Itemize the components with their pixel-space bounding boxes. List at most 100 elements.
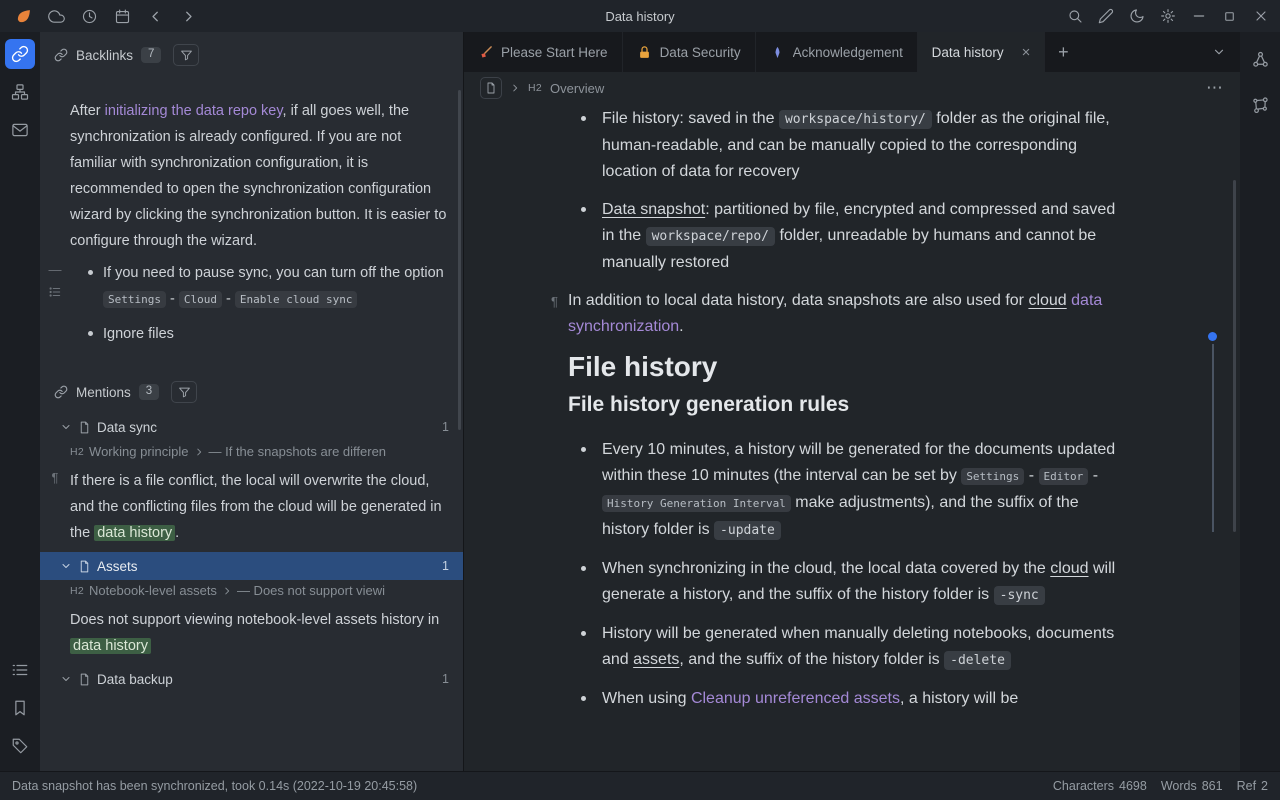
group-count: 1 xyxy=(442,672,449,686)
heading-1[interactable]: File history xyxy=(568,354,1130,380)
chevron-right-icon xyxy=(194,447,204,457)
block-gutter: ¶ xyxy=(40,468,70,546)
heading-2[interactable]: File history generation rules xyxy=(568,392,1130,418)
chevron-down-icon[interactable] xyxy=(60,421,72,433)
new-tab-button[interactable]: + xyxy=(1045,32,1081,72)
crumb-segment: — If the snapshots are differen xyxy=(209,444,387,459)
kbd-enable-cloud-sync: Enable cloud sync xyxy=(235,291,358,308)
list-item[interactable]: When using Cleanup unreferenced assets, … xyxy=(568,686,1130,712)
backlinks-dock-icon[interactable] xyxy=(5,39,35,69)
document-icon xyxy=(78,673,91,686)
lock-emoji-icon xyxy=(637,45,652,60)
list-item[interactable]: Every 10 minutes, a history will be gene… xyxy=(568,437,1130,544)
chevron-down-icon[interactable] xyxy=(60,673,72,685)
tab-data-history[interactable]: Data history × xyxy=(918,32,1046,72)
list-item[interactable]: History will be generated when manually … xyxy=(568,621,1130,674)
inline-code: -sync xyxy=(994,586,1045,605)
kbd-cloud: Cloud xyxy=(179,291,222,308)
breadcrumb-heading[interactable]: Overview xyxy=(550,81,604,96)
tab-acknowledgements[interactable]: Acknowledgements xyxy=(756,32,918,72)
tab-label: Acknowledgements xyxy=(793,45,903,60)
backlink-result-list[interactable]: — If you need to pause sync, you can tur… xyxy=(40,260,463,355)
block-gutter: — xyxy=(40,260,70,355)
mention-paragraph-text: Does not support viewing notebook-level … xyxy=(70,607,463,659)
document-icon xyxy=(78,560,91,573)
mention-result-paragraph[interactable]: ¶ If there is a file conflict, the local… xyxy=(40,468,463,546)
graph-view-dock-icon[interactable] xyxy=(1245,44,1275,74)
kbd-editor: Editor xyxy=(1039,468,1089,485)
list-item[interactable]: When synchronizing in the cloud, the loc… xyxy=(568,556,1130,609)
more-menu-icon[interactable]: ⋯ xyxy=(1206,78,1224,98)
tab-data-security[interactable]: Data Security xyxy=(623,32,756,72)
mentions-filter-button[interactable] xyxy=(171,381,197,403)
inbox-mail-dock-icon[interactable] xyxy=(5,115,35,145)
mention-breadcrumb[interactable]: H2 Notebook-level assets — Does not supp… xyxy=(40,580,463,601)
global-graph-dock-icon[interactable] xyxy=(1245,90,1275,120)
scroll-position-dot[interactable] xyxy=(1208,332,1217,341)
mention-group-data-backup[interactable]: Data backup 1 xyxy=(40,665,463,693)
app-body: Backlinks 7 After initializing the data … xyxy=(0,32,1280,771)
minimize-icon[interactable] xyxy=(1183,3,1214,29)
status-message: Data snapshot has been synchronized, too… xyxy=(12,779,417,793)
forward-icon[interactable] xyxy=(173,3,204,29)
block-ref-link[interactable]: Cleanup unreferenced assets xyxy=(691,690,900,707)
list-item: If you need to pause sync, you can turn … xyxy=(86,260,449,313)
paragraph-block[interactable]: ¶In addition to local data history, data… xyxy=(568,288,1130,340)
text-segment: , a history will be xyxy=(900,690,1018,707)
app-logo-icon[interactable] xyxy=(8,3,39,29)
history-icon[interactable] xyxy=(74,3,105,29)
document-scroll-area[interactable]: File history: saved in the workspace/his… xyxy=(464,104,1240,771)
words-label: Words xyxy=(1161,779,1197,793)
document-content[interactable]: File history: saved in the workspace/his… xyxy=(568,104,1130,712)
heading-tag: H2 xyxy=(70,446,84,458)
tab-list-caret-icon[interactable] xyxy=(1198,32,1240,72)
list-item: Ignore files xyxy=(86,321,449,347)
search-highlight: data history xyxy=(70,638,151,654)
titlebar: Data history xyxy=(0,0,1280,32)
panel-scrollbar[interactable] xyxy=(458,90,461,430)
characters-value: 4698 xyxy=(1119,779,1147,793)
block-ref-link[interactable]: initializing the data repo key xyxy=(105,103,283,119)
tab-please-start-here[interactable]: Please Start Here xyxy=(464,32,623,72)
cloud-sync-icon[interactable] xyxy=(41,3,72,29)
tag-dock-icon[interactable] xyxy=(5,731,35,761)
document-icon[interactable] xyxy=(480,77,502,99)
backlinks-filter-button[interactable] xyxy=(173,44,199,66)
back-icon[interactable] xyxy=(140,3,171,29)
edit-pencil-icon[interactable] xyxy=(1090,3,1121,29)
mention-group-data-sync[interactable]: Data sync 1 xyxy=(40,413,463,441)
close-icon[interactable] xyxy=(1245,3,1276,29)
theme-moon-icon[interactable] xyxy=(1121,3,1152,29)
collapse-dash-icon[interactable]: — xyxy=(49,262,62,277)
settings-gear-icon[interactable] xyxy=(1152,3,1183,29)
tab-close-icon[interactable]: × xyxy=(1022,44,1031,61)
mention-result-paragraph[interactable]: Does not support viewing notebook-level … xyxy=(40,607,463,659)
list-item[interactable]: Data snapshot: partitioned by file, encr… xyxy=(568,197,1130,276)
outline-dock-icon[interactable] xyxy=(5,655,35,685)
daily-note-icon[interactable] xyxy=(107,3,138,29)
search-icon[interactable] xyxy=(1059,3,1090,29)
bookmark-dock-icon[interactable] xyxy=(5,693,35,723)
tab-label: Please Start Here xyxy=(501,45,608,60)
backlink-icon xyxy=(54,48,68,62)
graph-dock-icon[interactable] xyxy=(5,77,35,107)
left-dock xyxy=(0,32,40,771)
mention-breadcrumb[interactable]: H2 Working principle — If the snapshots … xyxy=(40,441,463,462)
characters-label: Characters xyxy=(1053,779,1114,793)
list-block-icon[interactable] xyxy=(48,285,62,299)
list-item[interactable]: File history: saved in the workspace/his… xyxy=(568,106,1130,185)
backlink-result-paragraph[interactable]: After initializing the data repo key, if… xyxy=(40,98,463,254)
chevron-down-icon[interactable] xyxy=(60,560,72,572)
bullet-list: File history: saved in the workspace/his… xyxy=(568,106,1130,276)
ref-value: 2 xyxy=(1261,779,1268,793)
tab-label: Data history xyxy=(932,45,1004,60)
maximize-icon[interactable] xyxy=(1214,3,1245,29)
text-segment: File history: saved in the xyxy=(602,110,779,127)
block-gutter xyxy=(40,607,70,659)
group-label: Data backup xyxy=(97,672,173,687)
inline-code: -update xyxy=(714,521,781,540)
editor-scrollbar[interactable] xyxy=(1233,180,1236,532)
mention-group-assets[interactable]: Assets 1 xyxy=(40,552,463,580)
backlinks-count-badge: 7 xyxy=(141,47,161,63)
kbd-settings: Settings xyxy=(103,291,166,308)
